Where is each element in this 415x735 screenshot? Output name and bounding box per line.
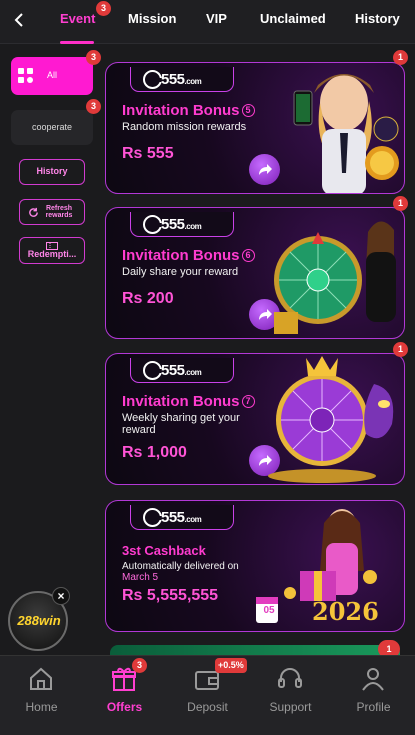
card-description: Automatically delivered on March 5	[122, 561, 239, 583]
brand-logo: 555.com	[130, 67, 234, 92]
tab-unclaimed[interactable]: Unclaimed	[260, 11, 326, 26]
card-amount: Rs 1,000	[122, 444, 187, 461]
brand-logo: 555.com	[130, 212, 234, 237]
redemption-label: Redempti...	[27, 248, 77, 259]
card-badge: 1	[393, 50, 408, 65]
history-button[interactable]: History	[19, 159, 85, 185]
back-button[interactable]	[6, 7, 32, 33]
card-badge: 1	[393, 196, 408, 211]
nav-home-label: Home	[25, 700, 58, 714]
card-title: Invitation Bonus 7	[122, 393, 255, 410]
card-description: Daily share your reward	[122, 266, 239, 278]
brand-logo: 555.com	[130, 358, 234, 383]
tab-event[interactable]: Event	[60, 11, 95, 26]
floating-promo-label: 288win	[17, 613, 61, 628]
refresh-icon	[29, 207, 38, 217]
redemption-button[interactable]: Redempti...	[19, 237, 85, 264]
history-button-label: History	[36, 166, 68, 177]
card-amount: Rs 555	[122, 145, 174, 162]
refresh-rewards-button[interactable]: Refresh rewards	[19, 199, 85, 225]
nav-support[interactable]: Support	[249, 656, 332, 735]
offer-card-cashback[interactable]: 555.com 3st Cashback Automatically deliv…	[105, 500, 405, 632]
nav-offers-badge: 3	[132, 658, 147, 673]
nav-support-label: Support	[269, 700, 312, 714]
nav-deposit-badge: +0.5%	[215, 658, 247, 673]
arrow-forward-icon	[258, 163, 272, 175]
sidebar-item-all-label: All	[46, 70, 57, 80]
offer-card-invitation-7[interactable]: 555.com Invitation Bonus 7 Weekly sharing…	[105, 353, 405, 485]
floating-promo-button[interactable]: 288win ×	[8, 587, 70, 651]
offer-card-peek[interactable]	[110, 645, 400, 655]
nav-profile-label: Profile	[356, 700, 391, 714]
pilot-girl-illustration	[293, 74, 399, 193]
card-title: Invitation Bonus 5	[122, 102, 255, 119]
tab-event-badge: 3	[96, 1, 111, 16]
close-icon[interactable]: ×	[52, 587, 70, 605]
nav-profile[interactable]: Profile	[332, 656, 415, 735]
card-amount: Rs 5,555,555	[122, 587, 219, 604]
offers-page: Event 3 Mission VIP Unclaimed History Al…	[0, 0, 415, 735]
offer-card-invitation-6[interactable]: 555.com Invitation Bonus 6 Daily share yo…	[105, 207, 405, 339]
sidebar-item-cooperate[interactable]: cooperate	[11, 110, 93, 145]
chevron-left-icon	[14, 13, 23, 27]
card-badge: 1	[393, 342, 408, 357]
home-icon	[30, 667, 52, 690]
tab-history[interactable]: History	[355, 11, 400, 26]
offer-card-invitation-5[interactable]: 555.com Invitation Bonus 5 Random mission…	[105, 62, 405, 194]
card-title: Invitation Bonus 6	[122, 247, 255, 264]
headset-icon	[278, 668, 302, 688]
nav-deposit-label: Deposit	[187, 700, 228, 714]
nav-offers[interactable]: Offers	[83, 656, 166, 735]
tab-vip[interactable]: VIP	[206, 11, 227, 26]
refresh-rewards-label: Refresh rewards	[45, 204, 73, 219]
active-tab-indicator	[60, 41, 94, 44]
card-description: Weekly sharing get your reward	[122, 412, 240, 437]
calendar-day: 05	[263, 605, 275, 616]
card-description: Random mission rewards	[122, 121, 247, 133]
top-tab-bar: Event 3 Mission VIP Unclaimed History	[0, 0, 415, 44]
card-title: 3st Cashback	[122, 543, 206, 558]
card-amount: Rs 200	[122, 290, 174, 307]
nav-home[interactable]: Home	[0, 656, 83, 735]
sidebar-item-all[interactable]: All	[11, 57, 93, 95]
sidebar-all-badge: 3	[86, 50, 101, 65]
tab-mission[interactable]: Mission	[128, 11, 176, 26]
bottom-nav: Home Offers 3 Deposit +0.5% Support Prof…	[0, 655, 415, 735]
sidebar-cooperate-badge: 3	[86, 99, 101, 114]
purple-wheel-illustration	[268, 356, 394, 483]
nav-offers-label: Offers	[106, 700, 143, 714]
brand-logo: 555.com	[130, 505, 234, 530]
prize-wheel-illustration	[274, 221, 396, 334]
year-label: 2026	[312, 597, 379, 626]
sidebar-item-cooperate-label: cooperate	[31, 122, 73, 132]
user-icon	[362, 668, 384, 691]
